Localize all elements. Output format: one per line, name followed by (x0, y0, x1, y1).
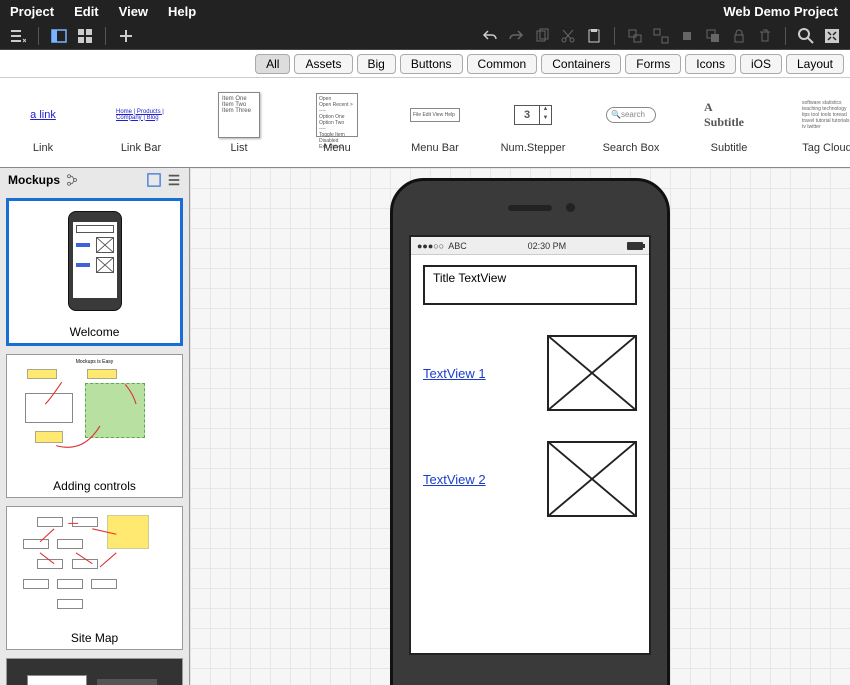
status-time: 02:30 PM (467, 241, 627, 251)
textview-1-link[interactable]: TextView 1 (423, 366, 486, 381)
image-placeholder-1[interactable] (547, 335, 637, 411)
mockup-item-4[interactable] (6, 658, 183, 685)
image-placeholder-2[interactable] (547, 441, 637, 517)
filter-all[interactable]: All (255, 54, 290, 74)
bring-front-icon[interactable] (677, 26, 697, 46)
expand-icon[interactable] (147, 173, 161, 187)
project-title: Web Demo Project (723, 4, 850, 19)
mockup-adding-controls[interactable]: Mockups is Easy Adding controls (6, 354, 183, 498)
filter-forms[interactable]: Forms (625, 54, 681, 74)
filter-common[interactable]: Common (467, 54, 538, 74)
phone-mockup[interactable]: ●●●○○ ABC 02:30 PM Title TextView TextVi… (390, 178, 670, 685)
textview-2-link[interactable]: TextView 2 (423, 472, 486, 487)
filter-big[interactable]: Big (357, 54, 396, 74)
paste-icon[interactable] (584, 26, 604, 46)
phone-screen: ●●●○○ ABC 02:30 PM Title TextView TextVi… (409, 235, 651, 655)
ungroup-icon[interactable] (651, 26, 671, 46)
filter-buttons[interactable]: Buttons (400, 54, 463, 74)
canvas[interactable]: ●●●○○ ABC 02:30 PM Title TextView TextVi… (190, 168, 850, 685)
battery-icon (627, 242, 643, 250)
toolbar (0, 22, 850, 50)
cut-icon[interactable] (558, 26, 578, 46)
title-textview[interactable]: Title TextView (423, 265, 637, 305)
status-bar: ●●●○○ ABC 02:30 PM (411, 237, 649, 255)
gallery-linkbar[interactable]: Home | Products | Company | Blog Link Ba… (106, 92, 176, 154)
undo-icon[interactable] (480, 26, 500, 46)
sidebar: Mockups Welcome Mockups (0, 168, 190, 685)
gallery-link[interactable]: a link Link (8, 92, 78, 154)
menubar: Project Edit View Help Web Demo Project (0, 0, 850, 22)
mockup-sitemap[interactable]: Site Map (6, 506, 183, 650)
branch-icon[interactable] (66, 174, 78, 186)
lock-icon[interactable] (729, 26, 749, 46)
gallery-searchbox[interactable]: 🔍 search Search Box (596, 92, 666, 154)
carrier-label: ABC (448, 241, 467, 251)
mockup-welcome[interactable]: Welcome (6, 198, 183, 346)
gallery-menubar[interactable]: File Edit View Help Menu Bar (400, 92, 470, 154)
component-gallery: a link Link Home | Products | Company | … (0, 78, 850, 168)
copy-icon[interactable] (532, 26, 552, 46)
row-1: TextView 1 (423, 335, 637, 411)
menu-view[interactable]: View (109, 4, 158, 19)
signal-icon: ●●●○○ (417, 241, 444, 251)
send-back-icon[interactable] (703, 26, 723, 46)
grid-icon[interactable] (75, 26, 95, 46)
add-icon[interactable] (116, 26, 136, 46)
sidebar-header: Mockups (0, 168, 189, 192)
zoom-icon[interactable] (796, 26, 816, 46)
filter-containers[interactable]: Containers (541, 54, 621, 74)
filter-ios[interactable]: iOS (740, 54, 782, 74)
phone-speaker (508, 205, 552, 211)
panel-left-icon[interactable] (49, 26, 69, 46)
hamburger-icon[interactable] (8, 26, 28, 46)
gallery-list[interactable]: Item One Item Two Item Three List (204, 92, 274, 154)
gallery-subtitle[interactable]: A Subtitle Subtitle (694, 92, 764, 154)
filter-icons[interactable]: Icons (685, 54, 736, 74)
row-2: TextView 2 (423, 441, 637, 517)
redo-icon[interactable] (506, 26, 526, 46)
list-view-icon[interactable] (167, 173, 181, 187)
filter-bar: All Assets Big Buttons Common Containers… (0, 50, 850, 78)
menu-edit[interactable]: Edit (64, 4, 109, 19)
menu-project[interactable]: Project (0, 4, 64, 19)
gallery-tagcloud[interactable]: software statistics teaching technology … (792, 92, 850, 154)
fullscreen-icon[interactable] (822, 26, 842, 46)
mockups-list[interactable]: Welcome Mockups is Easy Adding controls (0, 192, 189, 685)
filter-assets[interactable]: Assets (294, 54, 352, 74)
trash-icon[interactable] (755, 26, 775, 46)
gallery-menu[interactable]: Open Open Recent > ---- Option One Optio… (302, 92, 372, 154)
filter-layout[interactable]: Layout (786, 54, 844, 74)
group-icon[interactable] (625, 26, 645, 46)
phone-camera (566, 203, 575, 212)
menu-help[interactable]: Help (158, 4, 206, 19)
gallery-stepper[interactable]: 3▲▼ Num.Stepper (498, 92, 568, 154)
